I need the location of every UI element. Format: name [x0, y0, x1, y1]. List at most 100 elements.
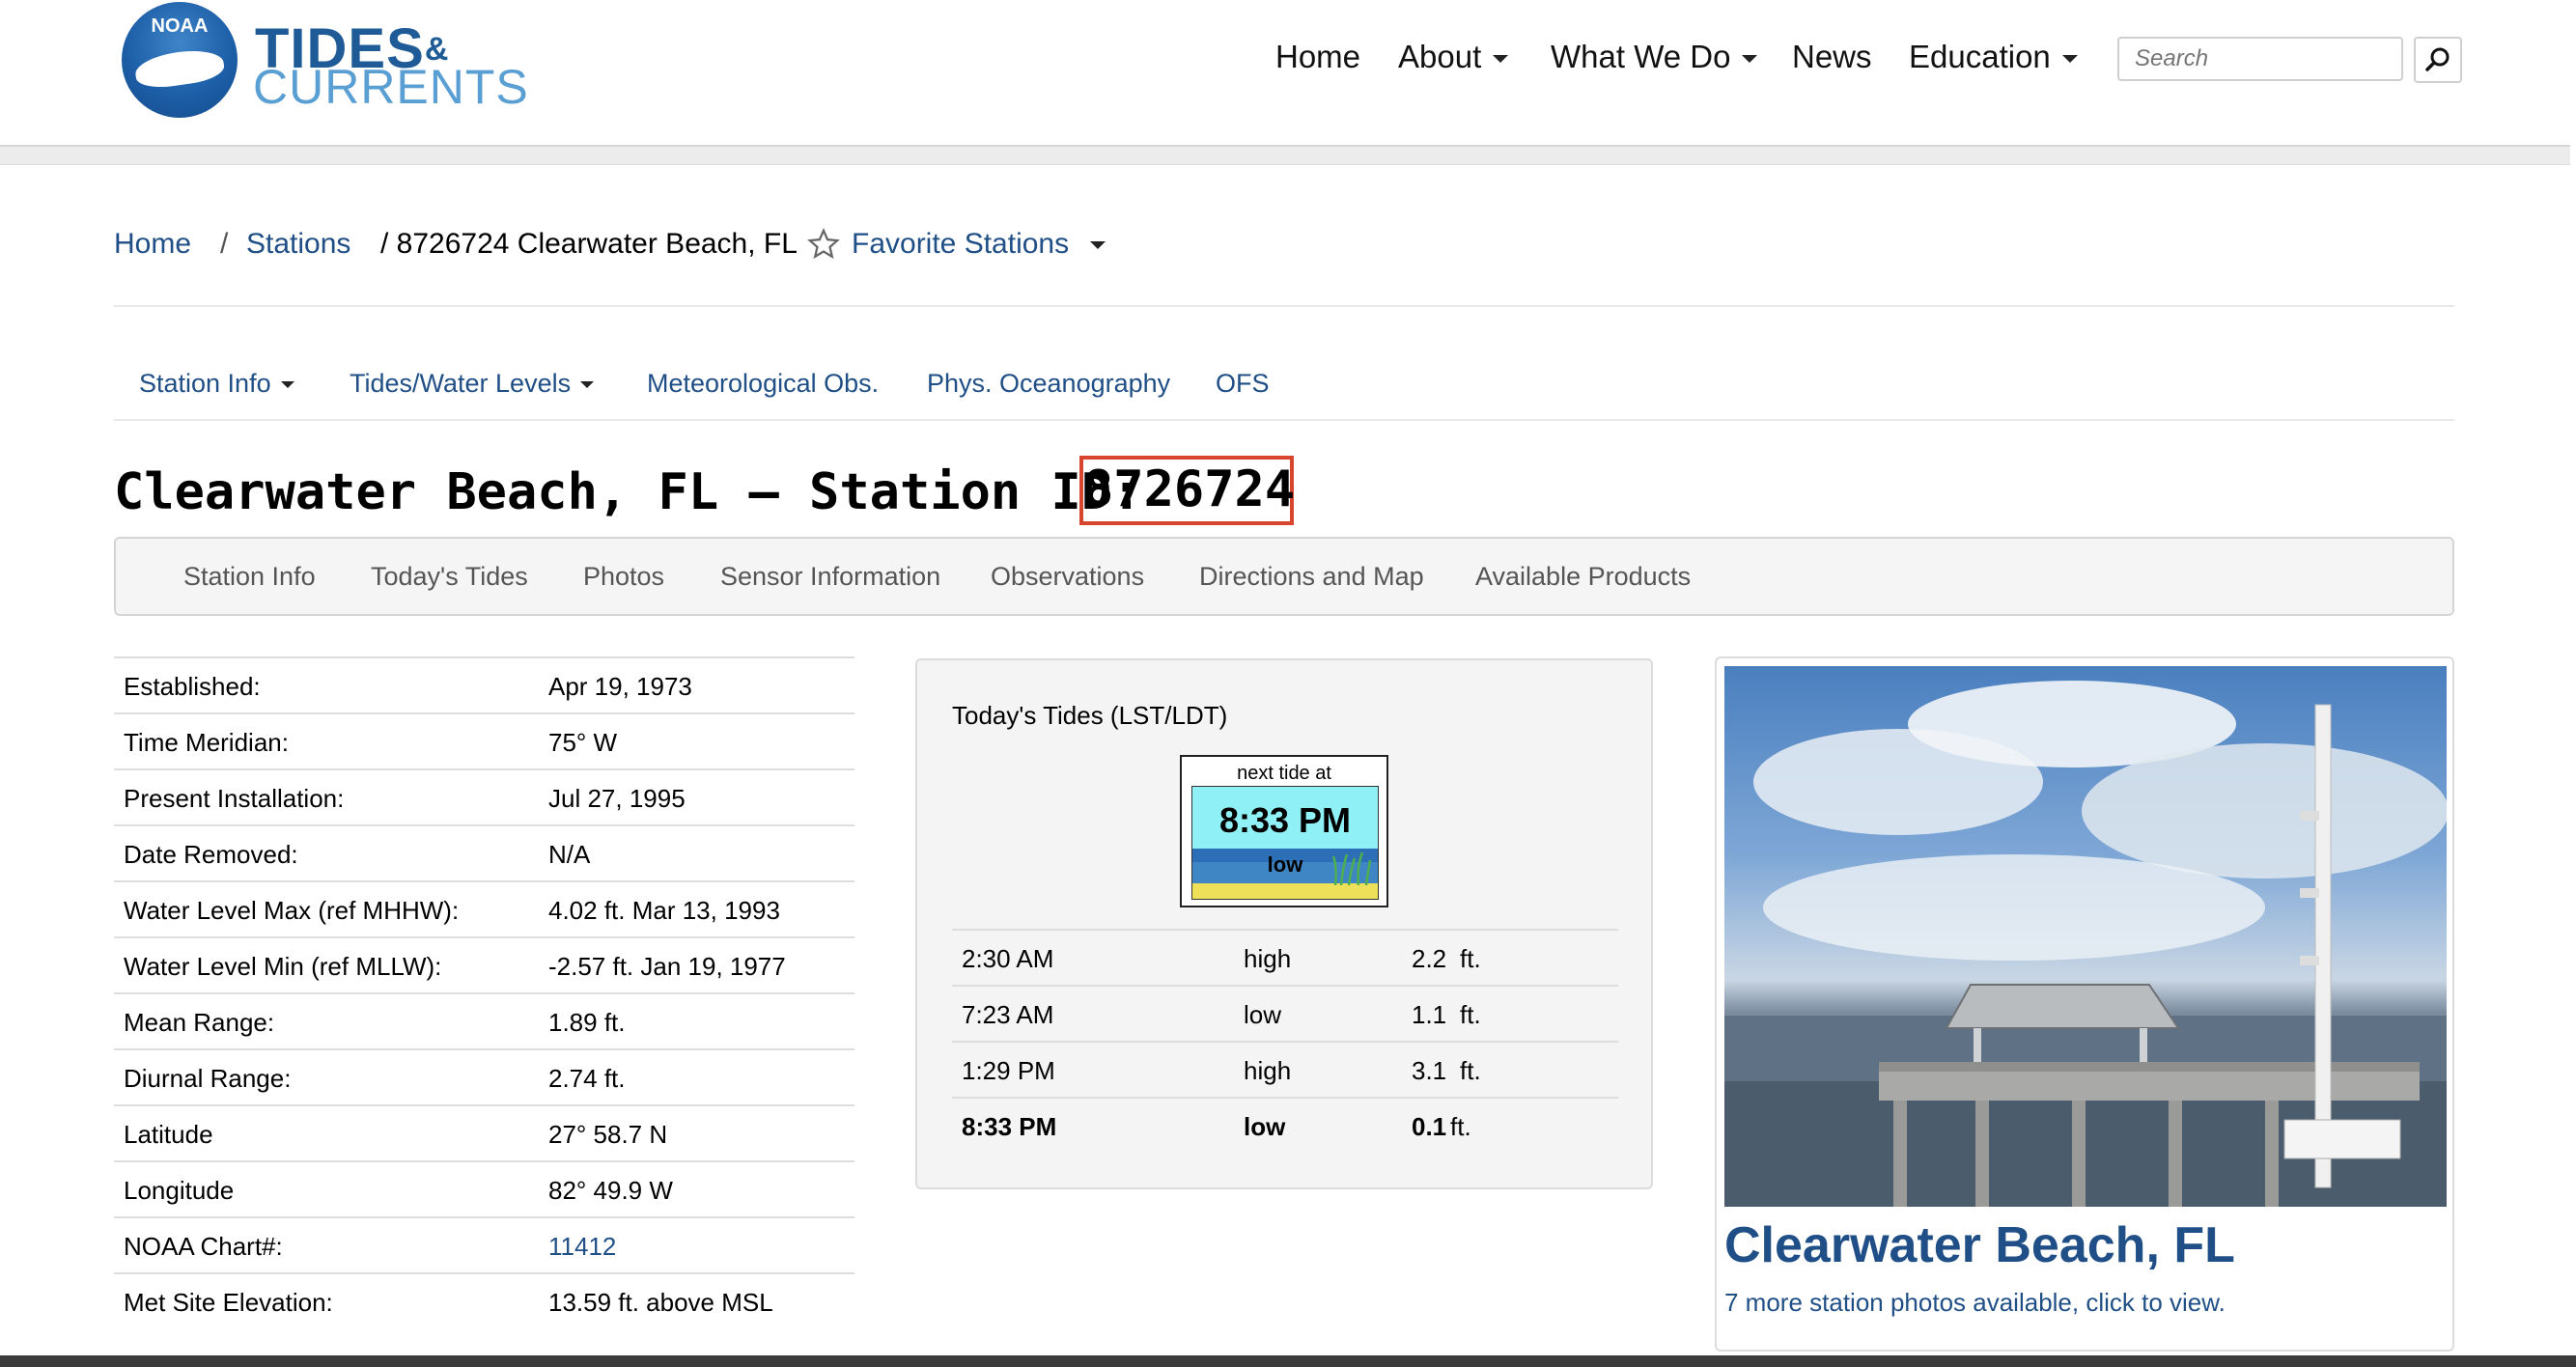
star-outline-icon[interactable]: [807, 228, 840, 261]
nav-what-we-do[interactable]: What We Do: [1551, 39, 1758, 75]
row-value: -2.57 ft. Jan 19, 1977: [548, 952, 786, 981]
tab-available-products[interactable]: Available Products: [1475, 562, 1691, 592]
nav-home[interactable]: Home: [1275, 39, 1360, 75]
subnav-station-info[interactable]: Station Info: [139, 369, 294, 399]
next-tide-label: next tide at: [1237, 763, 1331, 784]
row-label: Diurnal Range:: [124, 1064, 292, 1093]
tab-station-info[interactable]: Station Info: [183, 562, 316, 592]
tide-unit: ft.: [1460, 1056, 1481, 1085]
tides-currents-logo[interactable]: NOAA TIDES& CURRENTS: [122, 2, 537, 122]
row-label: Water Level Max (ref MHHW):: [124, 896, 460, 925]
chevron-down-icon: [1742, 55, 1758, 64]
subnav-station-info-label: Station Info: [139, 369, 271, 398]
next-tide-type: low: [1267, 852, 1303, 877]
chevron-down-icon: [280, 381, 294, 389]
chevron-down-icon: [2061, 55, 2078, 64]
site-header: NOAA TIDES& CURRENTS Home About What We …: [0, 0, 2570, 147]
more-photos-link[interactable]: 7 more station photos available, click t…: [1724, 1288, 2226, 1318]
todays-tides-panel: Today's Tides (LST/LDT) next tide at 8:3…: [915, 658, 1653, 1189]
chevron-down-icon: [580, 381, 595, 389]
row-value: Apr 19, 1973: [548, 672, 692, 701]
tides-heading: Today's Tides (LST/LDT): [952, 701, 1228, 730]
breadcrumb-separator: /: [220, 228, 229, 260]
noaa-logo-text: NOAA: [151, 15, 209, 37]
row-label: Met Site Elevation:: [124, 1288, 333, 1317]
tide-time: 2:30 AM: [962, 944, 1054, 973]
nav-education[interactable]: Education: [1909, 39, 2078, 75]
table-row: NOAA Chart#: 11412: [114, 1216, 854, 1272]
subnav-tides-water-levels[interactable]: Tides/Water Levels: [350, 369, 595, 399]
row-value: 82° 49.9 W: [548, 1176, 673, 1205]
tide-row: 7:23 AM low 1.1 ft.: [952, 985, 1618, 1041]
breadcrumb-divider: [114, 305, 2454, 307]
tab-directions-and-map[interactable]: Directions and Map: [1199, 562, 1424, 592]
row-value: 1.89 ft.: [548, 1008, 626, 1037]
tide-time: 1:29 PM: [962, 1056, 1055, 1085]
subnav-ofs[interactable]: OFS: [1216, 369, 1270, 399]
photo-station-name-link[interactable]: Clearwater Beach, FL: [1724, 1216, 2235, 1274]
next-tide-display: 8:33 PM low: [1191, 786, 1379, 900]
row-label: Time Meridian:: [124, 728, 289, 757]
row-value: 27° 58.7 N: [548, 1120, 668, 1149]
tide-type: low: [1244, 1112, 1286, 1141]
page-title: Clearwater Beach, FL – Station ID:: [114, 463, 1142, 521]
tide-height: 3.1: [1412, 1056, 1447, 1085]
subnav-phys-oceanography[interactable]: Phys. Oceanography: [927, 369, 1170, 399]
nav-what-we-do-label: What We Do: [1551, 39, 1731, 74]
table-row: Latitude 27° 58.7 N: [114, 1104, 854, 1160]
station-id-highlight: 8726724: [1079, 456, 1295, 525]
noaa-logo-icon: NOAA: [122, 2, 238, 118]
row-value: 75° W: [548, 728, 618, 757]
row-label: NOAA Chart#:: [124, 1232, 283, 1261]
table-row: Established: Apr 19, 1973: [114, 656, 854, 712]
nav-about[interactable]: About: [1398, 39, 1509, 75]
tide-type: high: [1244, 1056, 1292, 1085]
tide-time: 8:33 PM: [962, 1112, 1057, 1141]
row-value: 2.74 ft.: [548, 1064, 626, 1093]
table-row: Date Removed: N/A: [114, 824, 854, 880]
nav-news-label: News: [1792, 39, 1872, 74]
tide-unit: ft.: [1450, 1112, 1471, 1141]
row-label: Longitude: [124, 1176, 235, 1205]
tide-unit: ft.: [1460, 944, 1481, 973]
row-value: Jul 27, 1995: [548, 784, 686, 813]
header-divider-band: [0, 147, 2570, 165]
search-input[interactable]: [2117, 37, 2403, 81]
tab-observations[interactable]: Observations: [991, 562, 1144, 592]
row-label: Mean Range:: [124, 1008, 275, 1037]
nav-news[interactable]: News: [1792, 39, 1872, 75]
tab-photos[interactable]: Photos: [583, 562, 664, 592]
search-button[interactable]: [2414, 37, 2462, 83]
tide-time: 7:23 AM: [962, 1000, 1054, 1029]
breadcrumb-home[interactable]: Home: [114, 228, 191, 261]
tide-row-next: 8:33 PM low 0.1 ft.: [952, 1097, 1618, 1153]
row-label: Latitude: [124, 1120, 213, 1149]
favorite-stations-dropdown[interactable]: Favorite Stations: [852, 228, 1106, 261]
station-info-table: Established: Apr 19, 1973 Time Meridian: 7…: [114, 656, 854, 1328]
tab-todays-tides[interactable]: Today's Tides: [371, 562, 528, 592]
row-value: N/A: [548, 840, 591, 869]
nav-education-label: Education: [1909, 39, 2051, 74]
breadcrumb-stations[interactable]: Stations: [246, 228, 350, 261]
subnav-divider: [114, 419, 2454, 421]
window-bottom-edge: [0, 1355, 2576, 1367]
noaa-bird-wave-shape: [133, 45, 226, 92]
pier-photo-illustration: [1724, 681, 2447, 1207]
row-label: Established:: [124, 672, 261, 701]
row-label: Water Level Min (ref MLLW):: [124, 952, 442, 981]
next-tide-widget[interactable]: next tide at 8:33 PM low: [1180, 755, 1388, 907]
subnav-tides-label: Tides/Water Levels: [350, 369, 572, 398]
station-photo[interactable]: [1724, 666, 2447, 1207]
sand-band: [1192, 883, 1378, 899]
row-label: Present Installation:: [124, 784, 345, 813]
chevron-down-icon: [1090, 241, 1106, 250]
noaa-chart-link[interactable]: 11412: [548, 1232, 616, 1262]
subnav-meteorological-obs[interactable]: Meteorological Obs.: [647, 369, 879, 399]
row-value: 13.59 ft. above MSL: [548, 1288, 773, 1317]
table-row: Time Meridian: 75° W: [114, 712, 854, 768]
station-photo-card: Clearwater Beach, FL 7 more station phot…: [1715, 656, 2454, 1352]
tide-row: 1:29 PM high 3.1 ft.: [952, 1041, 1618, 1097]
table-row: Present Installation: Jul 27, 1995: [114, 768, 854, 824]
favorite-stations-label: Favorite Stations: [852, 228, 1070, 260]
tab-sensor-information[interactable]: Sensor Information: [720, 562, 940, 592]
